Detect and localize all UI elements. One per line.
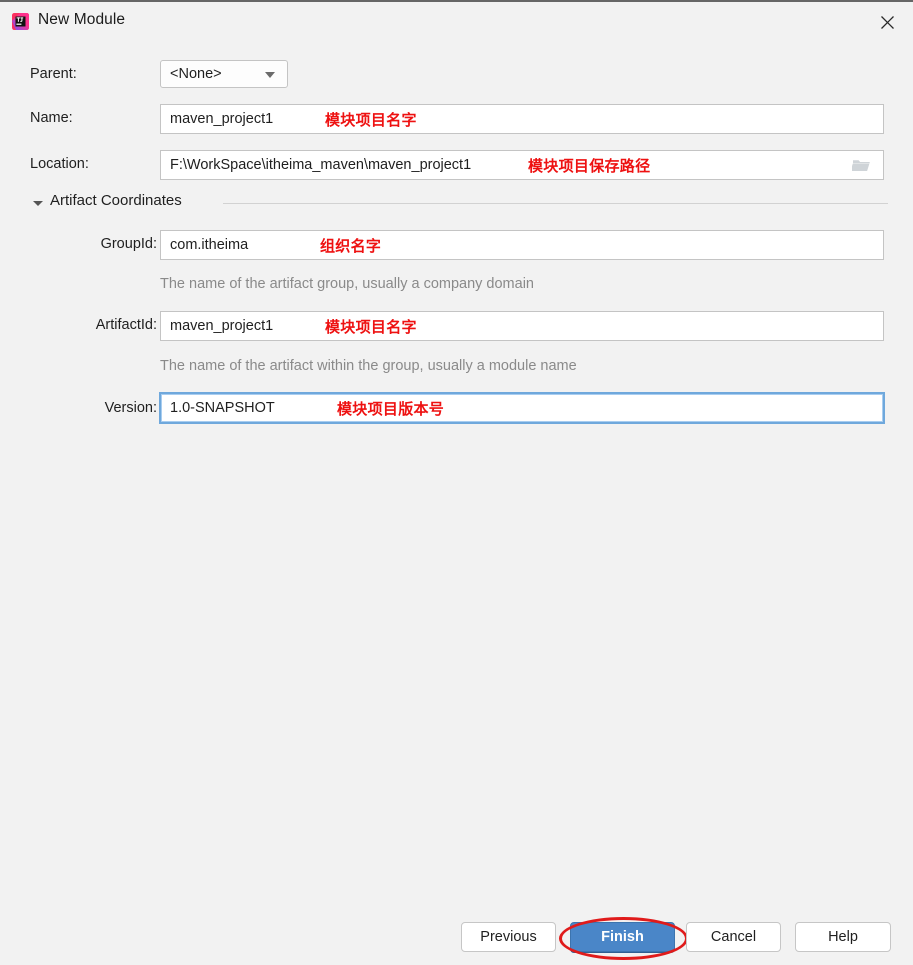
groupid-input[interactable]: com.itheima xyxy=(160,230,884,260)
artifact-coordinates-title: Artifact Coordinates xyxy=(50,192,182,209)
version-label: Version: xyxy=(104,400,157,416)
location-input-value: F:\WorkSpace\itheima_maven\maven_project… xyxy=(170,157,472,173)
folder-icon[interactable] xyxy=(843,150,881,179)
close-icon[interactable] xyxy=(861,4,913,40)
finish-button[interactable]: Finish xyxy=(570,922,675,952)
name-input[interactable]: maven_project1 xyxy=(160,104,884,134)
artifactid-label: ArtifactId: xyxy=(95,317,157,333)
triangle-down-icon[interactable] xyxy=(33,201,43,206)
name-label: Name: xyxy=(30,110,73,126)
version-input[interactable]: 1.0-SNAPSHOT xyxy=(159,392,885,424)
intellij-idea-icon xyxy=(11,12,30,31)
name-annotation: 模块项目名字 xyxy=(325,112,417,129)
help-button[interactable]: Help xyxy=(795,922,891,952)
groupid-input-value: com.itheima xyxy=(170,237,249,253)
artifactid-input[interactable]: maven_project1 xyxy=(160,311,884,341)
cancel-button[interactable]: Cancel xyxy=(686,922,781,952)
version-input-value: 1.0-SNAPSHOT xyxy=(170,400,275,416)
groupid-label: GroupId: xyxy=(100,236,157,252)
section-divider xyxy=(223,203,888,204)
artifactid-help-text: The name of the artifact within the grou… xyxy=(160,358,577,374)
artifactid-input-value: maven_project1 xyxy=(170,318,274,334)
location-annotation: 模块项目保存路径 xyxy=(528,158,651,175)
name-input-value: maven_project1 xyxy=(170,111,274,127)
location-input[interactable]: F:\WorkSpace\itheima_maven\maven_project… xyxy=(160,150,884,180)
artifact-coordinates-section-header[interactable]: Artifact Coordinates xyxy=(33,192,888,214)
location-label: Location: xyxy=(30,156,89,172)
dialog-title: New Module xyxy=(38,11,126,28)
parent-label: Parent: xyxy=(30,66,77,82)
artifactid-annotation: 模块项目名字 xyxy=(325,319,417,336)
version-annotation: 模块项目版本号 xyxy=(337,401,445,418)
chevron-down-icon xyxy=(265,72,275,78)
parent-selected-value: <None> xyxy=(170,66,222,82)
groupid-help-text: The name of the artifact group, usually … xyxy=(160,276,534,292)
parent-dropdown[interactable]: <None> xyxy=(160,60,288,88)
dialog-titlebar: New Module xyxy=(0,0,913,40)
previous-button[interactable]: Previous xyxy=(461,922,556,952)
groupid-annotation: 组织名字 xyxy=(320,238,382,255)
